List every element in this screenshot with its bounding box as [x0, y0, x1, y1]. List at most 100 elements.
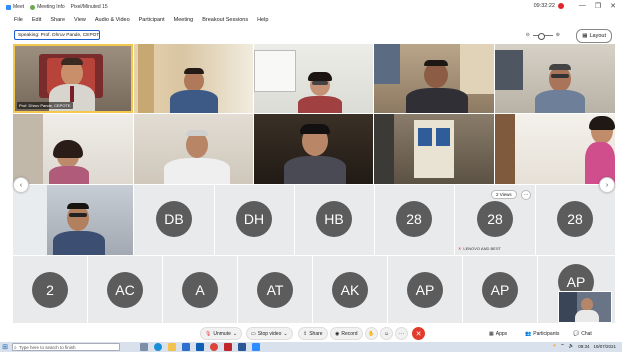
close-icon[interactable]: ✕	[610, 2, 616, 10]
minimize-icon[interactable]: —	[579, 2, 586, 10]
participant-tile-28-b[interactable]: 2 Views ··· 28 ✕ LENOVO AND BEST	[455, 185, 535, 255]
video-tile-6[interactable]	[13, 114, 133, 184]
menu-share[interactable]: Share	[50, 17, 65, 23]
menu-breakout[interactable]: Breakout Sessions	[202, 17, 248, 23]
participant-tile-ak[interactable]: AK	[313, 256, 387, 323]
file-explorer-icon[interactable]	[168, 343, 176, 351]
gallery-prev-arrow-icon[interactable]: ‹	[13, 177, 29, 193]
participant-tile-db[interactable]: DB	[134, 185, 214, 255]
minutes-tab[interactable]: Pixel/Minuted 15	[71, 4, 108, 10]
reactions-button[interactable]: ✋	[365, 327, 378, 340]
participants-button[interactable]: 👥 Participants	[520, 327, 564, 340]
menu-participant[interactable]: Participant	[139, 17, 165, 23]
timer-text: 09:32:22	[533, 3, 555, 9]
app-icon	[6, 4, 11, 10]
muted-mic-icon: ✕	[458, 246, 462, 251]
stop-video-label: Stop video	[257, 330, 282, 337]
tray-time[interactable]: 09:34	[578, 344, 589, 349]
menu-bar: File Edit Share View Audio & Video Parti…	[0, 14, 622, 26]
zoom-slider[interactable]: ⊖ ⊕	[526, 32, 560, 40]
zoom-track[interactable]	[532, 32, 553, 40]
mic-off-icon: 🎙	[205, 330, 212, 337]
meeting-timer: 09:32:22	[534, 3, 564, 9]
apps-button[interactable]: ▦ Apps	[484, 327, 512, 340]
mail-icon[interactable]	[196, 343, 204, 351]
menu-meeting[interactable]: Meeting	[174, 17, 194, 23]
windows-start-icon[interactable]: ⊞	[0, 342, 10, 352]
avatar-28-c: 28	[557, 201, 593, 237]
gallery-next-arrow-icon[interactable]: ›	[599, 177, 615, 193]
more-button[interactable]: ···	[395, 327, 408, 340]
task-view-icon[interactable]	[140, 343, 148, 351]
chat-button[interactable]: 💬 Chat	[568, 327, 597, 340]
network-icon[interactable]: ⌔	[560, 343, 564, 349]
record-button[interactable]: ◉ Record	[330, 327, 363, 340]
system-tray: ☀ ⌔ 🔈 09:34 19/07/2021	[552, 343, 616, 349]
menu-audio-video[interactable]: Audio & Video	[95, 17, 130, 23]
participant-tile-dh[interactable]: DH	[215, 185, 294, 255]
edge-browser-icon[interactable]	[154, 343, 162, 351]
layout-label: Layout	[589, 33, 606, 39]
video-tile-7[interactable]	[134, 114, 253, 184]
self-view-thumbnail[interactable]	[558, 291, 612, 323]
tile-caption: ✕ LENOVO AND BEST	[458, 246, 501, 251]
menu-view[interactable]: View	[74, 17, 86, 23]
menu-edit[interactable]: Edit	[32, 17, 41, 23]
participant-tile-28-a[interactable]: 28	[375, 185, 454, 255]
zoom-in-icon[interactable]: ⊕	[556, 32, 560, 38]
video-tile-11[interactable]	[13, 185, 133, 255]
emoji-button[interactable]: ☺	[380, 327, 393, 340]
app-tab[interactable]: Meet	[6, 4, 24, 10]
participant-tile-2[interactable]: 2	[13, 256, 87, 323]
video-tile-4[interactable]	[374, 44, 494, 113]
avatar-hb: HB	[316, 201, 352, 237]
word-icon[interactable]	[238, 343, 246, 351]
volume-icon[interactable]: 🔈	[569, 343, 575, 349]
title-bar: Meet Meeting Info Pixel/Minuted 15 09:32…	[0, 0, 622, 14]
tray-date[interactable]: 19/07/2021	[593, 344, 616, 349]
taskbar-search-input[interactable]: ⌕ Type here to search to finish	[12, 343, 120, 351]
end-call-button[interactable]: ✕	[412, 327, 425, 340]
apps-label: Apps	[495, 330, 508, 337]
participant-tile-hb[interactable]: HB	[295, 185, 374, 255]
participant-tile-ac[interactable]: AC	[88, 256, 162, 323]
video-tile-8[interactable]	[254, 114, 373, 184]
views-chip[interactable]: 2 Views	[491, 190, 517, 199]
participant-tile-at[interactable]: AT	[238, 256, 312, 323]
video-tile-3[interactable]	[254, 44, 373, 113]
menu-help[interactable]: Help	[257, 17, 268, 23]
video-tile-9[interactable]	[374, 114, 494, 184]
zoom-out-icon[interactable]: ⊖	[526, 32, 530, 38]
chat-label: Chat	[581, 330, 592, 337]
chevron-down-icon: ⌄	[232, 330, 238, 337]
chrome-icon[interactable]	[210, 343, 218, 351]
participant-tile-ap-a[interactable]: AP	[388, 256, 462, 323]
avatar-a: A	[182, 272, 218, 308]
layout-button[interactable]: ▦ Layout	[576, 29, 612, 43]
share-button[interactable]: ⇪ Share	[298, 327, 328, 340]
emoji-icon: ☺	[383, 330, 390, 337]
avatar-ac: AC	[107, 272, 143, 308]
video-tile-10[interactable]	[495, 114, 615, 184]
weather-icon[interactable]: ☀	[552, 343, 556, 349]
meeting-info-tab[interactable]: Meeting Info	[30, 4, 65, 10]
participant-tile-28-c[interactable]: 28	[536, 185, 615, 255]
acrobat-icon[interactable]	[224, 343, 232, 351]
avatar-28-b: 28	[477, 201, 513, 237]
store-icon[interactable]	[182, 343, 190, 351]
menu-file[interactable]: File	[14, 17, 23, 23]
share-label: Share	[309, 330, 323, 337]
participant-tile-ap-b[interactable]: AP	[463, 256, 537, 323]
zoom-knob[interactable]	[537, 32, 545, 40]
more-options-icon[interactable]: ···	[521, 190, 531, 200]
video-tile-2[interactable]	[134, 44, 253, 113]
os-taskbar: ⊞ ⌕ Type here to search to finish ☀ ⌔ 🔈 …	[0, 342, 622, 352]
maximize-icon[interactable]: ❐	[595, 2, 601, 10]
meeting-app-icon[interactable]	[252, 343, 260, 351]
chevron-down-icon: ⌄	[283, 330, 288, 337]
video-tile-5[interactable]	[495, 44, 615, 113]
video-tile-main-speaker[interactable]: Prof. Dhruv Pande, CEPOTE	[13, 44, 133, 113]
participant-tile-a[interactable]: A	[163, 256, 237, 323]
stop-video-button[interactable]: ▭ Stop video ⌄	[246, 327, 293, 340]
unmute-button[interactable]: 🎙 Unmute ⌄	[200, 327, 243, 340]
